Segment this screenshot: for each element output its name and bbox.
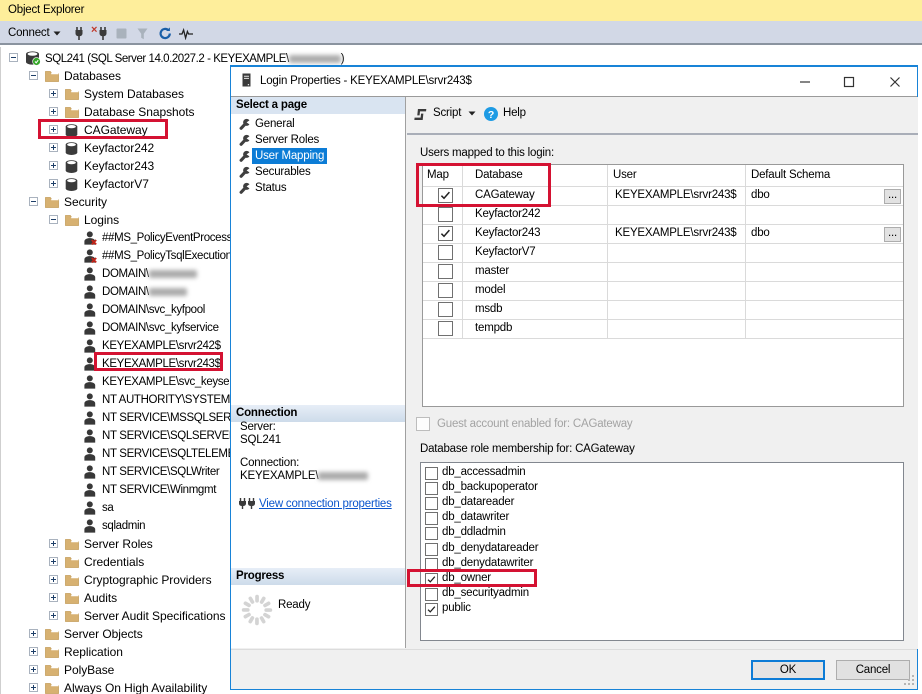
svg-text:?: ? (488, 109, 494, 121)
